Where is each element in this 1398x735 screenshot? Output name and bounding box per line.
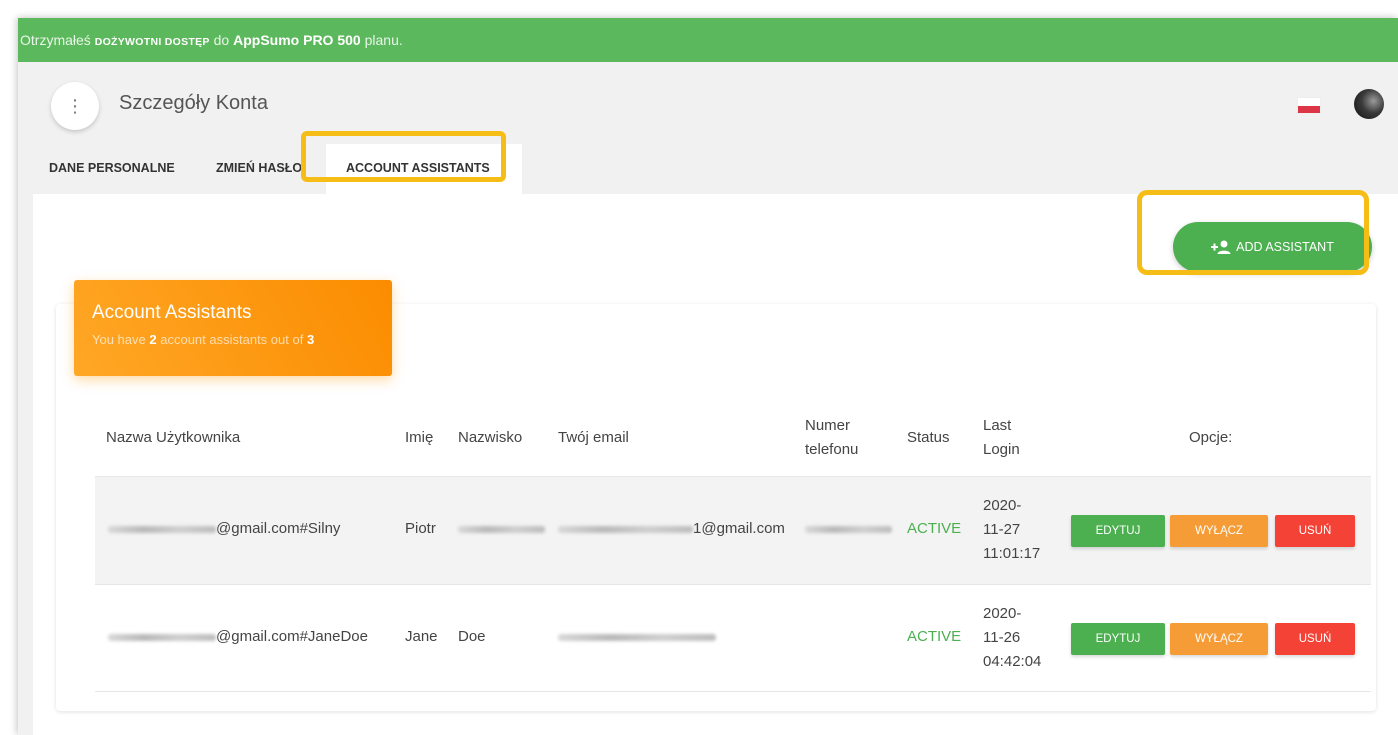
banner-plan: AppSumo PRO 500	[233, 32, 361, 48]
disable-button[interactable]: WYŁĄCZ	[1170, 515, 1268, 547]
col-first-name: Imię	[405, 429, 434, 446]
edit-button[interactable]: EDYTUJ	[1071, 623, 1165, 655]
row-last-name	[458, 520, 545, 537]
row-last-login: 2020- 11-26 04:42:04	[983, 605, 1042, 670]
banner-mid: do	[213, 32, 230, 48]
tab-content: ADD ASSISTANT Account Assistants You hav…	[33, 194, 1398, 735]
page-title: Szczegóły Konta	[119, 92, 268, 114]
status-badge: ACTIVE	[907, 520, 962, 537]
row-email	[558, 628, 716, 645]
language-flag-icon[interactable]	[1297, 97, 1321, 113]
assistant-count: 2	[149, 332, 157, 347]
col-username: Nazwa Użytkownika	[106, 429, 241, 446]
delete-button[interactable]: USUŃ	[1275, 515, 1355, 547]
tab-change-password[interactable]: ZMIEŃ HASŁO	[216, 144, 302, 192]
row-first-name: Piotr	[405, 520, 436, 537]
row-last-name: Doe	[458, 628, 486, 645]
row-first-name: Jane	[405, 628, 438, 645]
edit-button[interactable]: EDYTUJ	[1071, 515, 1165, 547]
page-header: ⋮ Szczegóły Konta	[18, 62, 1398, 144]
app-window: Otrzymałeś DOŻYWOTNI DOSTĘP do AppSumo P…	[18, 18, 1398, 735]
col-phone: Numer telefonu	[805, 417, 859, 458]
delete-button[interactable]: USUŃ	[1275, 623, 1355, 655]
card-header: Account Assistants You have 2 account as…	[74, 280, 392, 376]
col-status: Status	[907, 429, 950, 446]
plan-banner: Otrzymałeś DOŻYWOTNI DOSTĘP do AppSumo P…	[18, 18, 1398, 62]
row-phone	[805, 520, 892, 537]
col-last-login: Last Login	[983, 417, 1020, 458]
status-badge: ACTIVE	[907, 628, 962, 645]
card-title: Account Assistants	[92, 302, 252, 323]
banner-prefix: Otrzymałeś	[20, 32, 91, 48]
banner-access: DOŻYWOTNI DOSTĘP	[94, 36, 210, 48]
disable-button[interactable]: WYŁĄCZ	[1170, 623, 1268, 655]
menu-button[interactable]: ⋮	[51, 82, 99, 130]
row-username: @gmail.com#JaneDoe	[108, 628, 368, 645]
tab-bar: DANE PERSONALNE ZMIEŃ HASŁO ACCOUNT ASSI…	[18, 144, 1398, 194]
tab-personal-data[interactable]: DANE PERSONALNE	[49, 144, 175, 192]
row-username: @gmail.com#Silny	[108, 520, 340, 537]
row-email: 1@gmail.com	[558, 520, 785, 537]
more-vertical-icon: ⋮	[66, 96, 84, 116]
assistant-max: 3	[306, 332, 315, 347]
col-email: Twój email	[558, 429, 629, 446]
highlight-add-button-box	[1137, 190, 1369, 275]
banner-suffix: planu.	[364, 32, 403, 48]
avatar[interactable]	[1354, 89, 1384, 119]
row-last-login: 2020- 11-27 11:01:17	[983, 497, 1041, 562]
col-last-name: Nazwisko	[458, 429, 523, 446]
highlight-tab-box	[301, 131, 506, 182]
card-subtitle: You have 2 account assistants out of 3	[92, 332, 315, 347]
col-options: Opcje:	[1189, 429, 1233, 446]
